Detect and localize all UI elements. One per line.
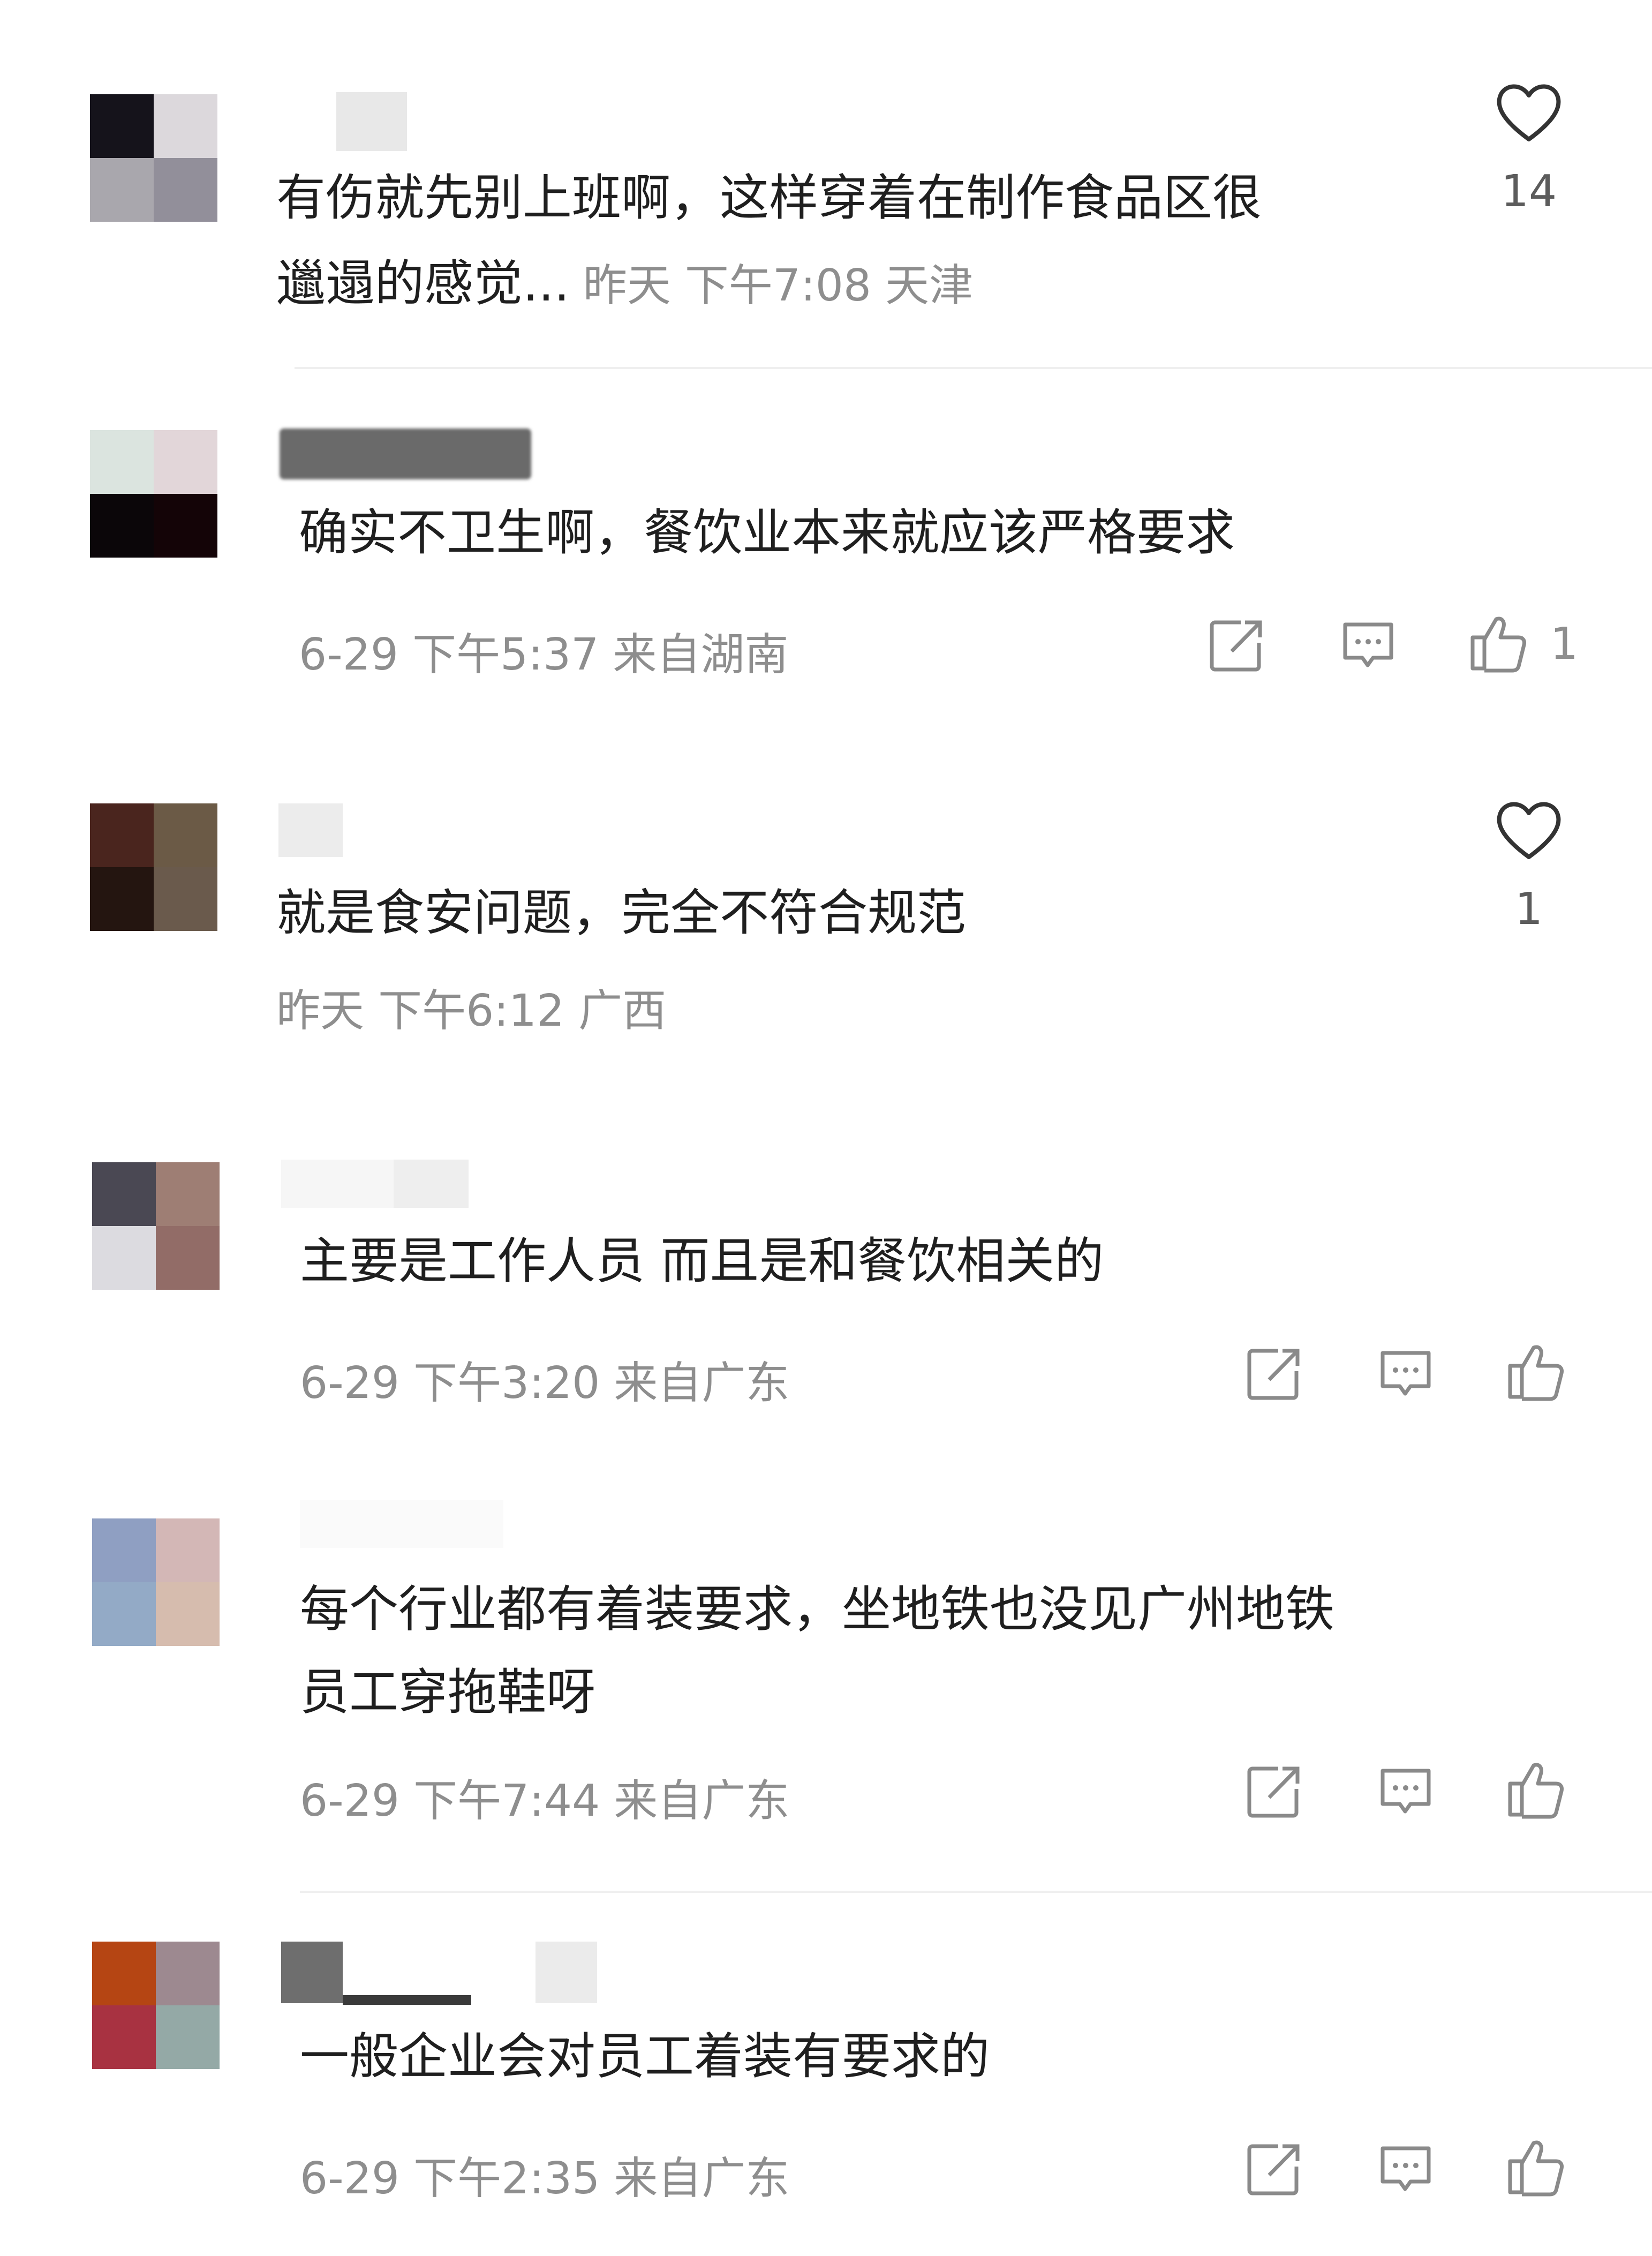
avatar-pixel (90, 803, 154, 867)
comment-icon[interactable] (1339, 616, 1398, 675)
comment-icon[interactable] (1376, 1344, 1435, 1403)
comment-meta: 6-29 下午5:37 来自湖南 (299, 629, 789, 680)
comment-meta: 6-29 下午3:20 来自广东 (300, 1358, 790, 1409)
avatar[interactable] (90, 803, 217, 931)
avatar[interactable] (90, 430, 217, 558)
avatar-pixel (92, 1942, 156, 2005)
comment-text: 邋遢的感觉... (276, 255, 570, 312)
avatar-pixel (90, 94, 154, 158)
thumbs-up-icon[interactable] (1505, 1757, 1569, 1821)
comment-meta: 6-29 下午2:35 来自广东 (300, 2153, 790, 2204)
avatar-pixel (156, 1162, 220, 1226)
heart-icon[interactable] (1494, 80, 1564, 145)
avatar-pixel (156, 2005, 220, 2069)
avatar[interactable] (90, 94, 217, 222)
avatar-pixel (90, 430, 154, 494)
username-redacted[interactable] (281, 1942, 343, 2003)
username-redacted[interactable] (278, 803, 343, 857)
comment-meta: 昨天 下午7:08 天津 (583, 260, 974, 311)
username-redacted (535, 1942, 597, 2003)
avatar[interactable] (92, 1518, 220, 1646)
like-count: 1 (1514, 884, 1543, 935)
comment-meta: 6-29 下午7:44 来自广东 (300, 1776, 790, 1826)
username-redacted[interactable] (278, 92, 407, 151)
comment-text: 员工穿拖鞋呀 (300, 1664, 596, 1721)
like-count: 1 (1550, 619, 1579, 670)
avatar-pixel (154, 158, 217, 222)
thumbs-up-icon[interactable] (1467, 611, 1532, 675)
username-redacted (343, 1995, 471, 2005)
avatar-pixel (92, 1518, 156, 1582)
share-icon[interactable] (1245, 1344, 1304, 1403)
share-icon[interactable] (1208, 616, 1266, 675)
avatar-pixel (90, 158, 154, 222)
comment-text: 主要是工作人员 而且是和餐饮相关的 (300, 1232, 1104, 1290)
comment-meta: 昨天 下午6:12 广西 (276, 986, 667, 1036)
avatar-pixel (156, 1942, 220, 2005)
comment-text-row: 邋遢的感觉... 昨天 下午7:08 天津 (276, 241, 973, 327)
comment-text: 每个行业都有着装要求，坐地铁也没见广州地铁 (300, 1581, 1335, 1638)
avatar-pixel (156, 1226, 220, 1290)
like-count: 14 (1500, 166, 1557, 217)
username-redacted[interactable] (300, 1500, 503, 1548)
comment-icon[interactable] (1376, 1762, 1435, 1821)
avatar-pixel (154, 494, 217, 558)
avatar-pixel (92, 1582, 156, 1646)
avatar-pixel (156, 1518, 220, 1582)
avatar[interactable] (92, 1942, 220, 2069)
divider (295, 367, 1652, 369)
avatar-pixel (156, 1582, 220, 1646)
comment-text: 有伤就先别上班啊，这样穿着在制作食品区很 (276, 169, 1262, 227)
thumbs-up-icon[interactable] (1505, 2134, 1569, 2199)
share-icon[interactable] (1245, 2140, 1304, 2199)
comment-text: 就是食安问题，完全不符合规范 (276, 884, 967, 942)
avatar-pixel (92, 2005, 156, 2069)
avatar-pixel (92, 1162, 156, 1226)
avatar-pixel (154, 94, 217, 158)
username-redacted[interactable] (281, 1160, 469, 1208)
share-icon[interactable] (1245, 1762, 1304, 1821)
avatar-pixel (90, 494, 154, 558)
divider (300, 1891, 1652, 1893)
comment-text: 确实不卫生啊，餐饮业本来就应该严格要求 (299, 504, 1235, 561)
avatar-pixel (90, 867, 154, 931)
avatar-pixel (92, 1226, 156, 1290)
thumbs-up-icon[interactable] (1505, 1339, 1569, 1403)
comment-text: 一般企业会对员工着装有要求的 (300, 2028, 990, 2085)
username-redacted[interactable] (280, 428, 531, 479)
avatar-pixel (154, 867, 217, 931)
avatar-pixel (154, 430, 217, 494)
comment-icon[interactable] (1376, 2140, 1435, 2199)
avatar[interactable] (92, 1162, 220, 1290)
heart-icon[interactable] (1494, 798, 1564, 862)
avatar-pixel (154, 803, 217, 867)
